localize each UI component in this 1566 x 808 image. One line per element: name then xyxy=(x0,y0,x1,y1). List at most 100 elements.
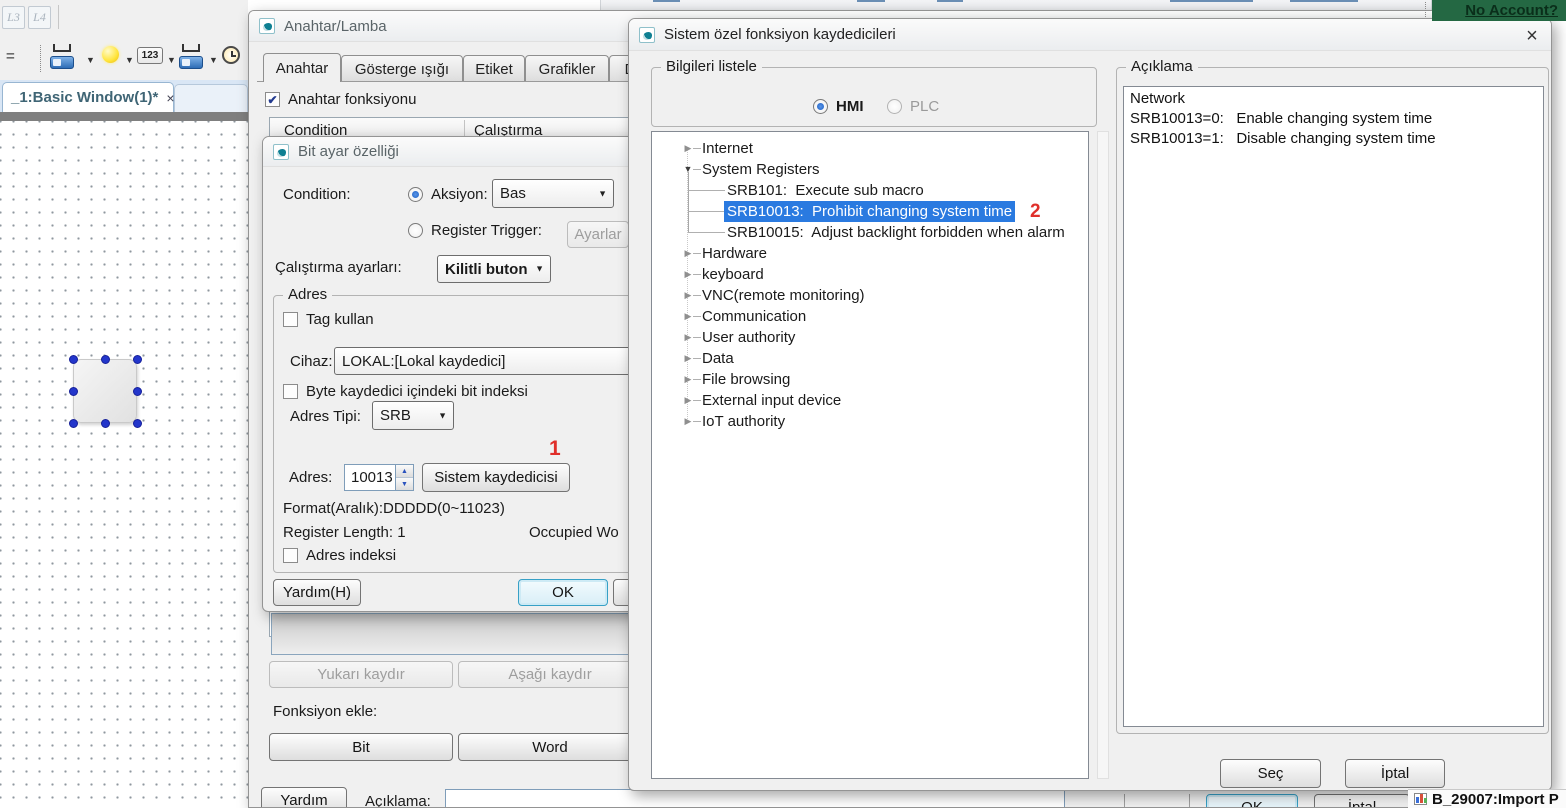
switch-widget-icon[interactable] xyxy=(50,44,80,70)
bit-setting-dialog: Bit ayar özelliği Condition: Aksiyon: Ba… xyxy=(262,136,658,612)
plc-radio[interactable]: PLC xyxy=(887,98,939,115)
chevron-right-icon[interactable]: ▶ xyxy=(681,138,695,159)
window-button-l3[interactable]: L3 xyxy=(2,6,25,29)
help-button[interactable]: Yardım(H) xyxy=(273,579,361,606)
address-index-checkbox[interactable]: Adres indeksi xyxy=(283,547,396,564)
add-bit-button[interactable]: Bit xyxy=(269,733,453,761)
selection-handle-sw[interactable] xyxy=(69,419,78,428)
register-trigger-radio[interactable]: Register Trigger: xyxy=(408,222,542,239)
window-top-accent xyxy=(857,0,885,2)
chevron-right-icon[interactable]: ▶ xyxy=(681,243,695,264)
ok-button[interactable]: OK xyxy=(1206,794,1298,808)
tab-gosterge-isigi[interactable]: Gösterge ışığı xyxy=(341,55,463,82)
design-canvas[interactable] xyxy=(0,121,248,808)
tree-item-label: User authority xyxy=(702,327,795,348)
tree-item-file-browsing[interactable]: ▶ File browsing xyxy=(652,369,1088,390)
run-settings-select[interactable]: Kilitli buton ▼ xyxy=(437,255,551,283)
checkbox-checked-icon: ✔ xyxy=(265,92,280,107)
system-dialog-titlebar[interactable]: Sistem özel fonksiyon kaydedicileri xyxy=(629,19,1551,51)
tree-item-internet[interactable]: ▶ Internet xyxy=(652,138,1088,159)
numeric-display-icon[interactable]: 123 xyxy=(137,47,163,64)
tab-basic-window[interactable]: _1:Basic Window(1)* × xyxy=(2,82,174,112)
lamp-widget-icon[interactable] xyxy=(102,46,119,63)
hmi-radio[interactable]: HMI xyxy=(813,98,864,115)
scroll-down-button[interactable]: Aşağı kaydır xyxy=(458,661,642,688)
switch-dropdown-arrow-icon[interactable]: ▼ xyxy=(86,55,95,65)
tab-grafikler[interactable]: Grafikler xyxy=(525,55,609,82)
selection-handle-ne[interactable] xyxy=(133,355,142,364)
window-button-l4[interactable]: L4 xyxy=(28,6,51,29)
numeric-dropdown-arrow-icon[interactable]: ▼ xyxy=(167,55,176,65)
device-label: Cihaz: xyxy=(290,353,333,370)
tree-item-data[interactable]: ▶ Data xyxy=(652,348,1088,369)
chevron-right-icon[interactable]: ▶ xyxy=(681,285,695,306)
close-icon[interactable]: × xyxy=(1519,23,1545,49)
tree-item-srb10015[interactable]: SRB10015: Adjust backlight forbidden whe… xyxy=(652,222,1088,243)
chevron-right-icon[interactable]: ▶ xyxy=(681,411,695,432)
chevron-right-icon[interactable]: ▶ xyxy=(681,348,695,369)
selection-handle-w[interactable] xyxy=(69,387,78,396)
toolbar-drag-handle-icon[interactable]: = xyxy=(6,48,15,65)
scroll-up-button[interactable]: Yukarı kaydır xyxy=(269,661,453,688)
no-account-link[interactable]: No Account? xyxy=(1465,2,1558,19)
tree-item-iot-authority[interactable]: ▶ IoT authority xyxy=(652,411,1088,432)
chevron-down-icon[interactable]: ▼ xyxy=(681,159,695,180)
clock-widget-icon[interactable] xyxy=(222,46,240,64)
register-tree[interactable]: ▶ Internet ▼ System Registers SRB101: Ex… xyxy=(651,131,1089,779)
tree-item-keyboard[interactable]: ▶ keyboard xyxy=(652,264,1088,285)
tree-item-vnc[interactable]: ▶ VNC(remote monitoring) xyxy=(652,285,1088,306)
tab-anahtar[interactable]: Anahtar xyxy=(263,53,341,82)
chevron-right-icon[interactable]: ▶ xyxy=(681,369,695,390)
toggle-widget-icon[interactable] xyxy=(179,44,209,70)
tree-item-hardware[interactable]: ▶ Hardware xyxy=(652,243,1088,264)
dialog-icon xyxy=(259,18,275,34)
spinner-down-icon[interactable]: ▼ xyxy=(396,477,413,490)
cancel-button[interactable]: İptal xyxy=(1345,759,1445,788)
description-input[interactable] xyxy=(445,789,1065,808)
chevron-right-icon[interactable]: ▶ xyxy=(681,327,695,348)
use-tag-checkbox[interactable]: Tag kullan xyxy=(283,311,374,328)
cancel-button[interactable]: İptal xyxy=(1314,794,1410,808)
tree-item-communication[interactable]: ▶ Communication xyxy=(652,306,1088,327)
byte-bit-index-checkbox[interactable]: Byte kaydedici içindeki bit indeksi xyxy=(283,383,528,400)
address-input[interactable]: 10013 xyxy=(344,464,396,491)
help-button[interactable]: Yardım xyxy=(261,787,347,808)
tree-item-srb101[interactable]: SRB101: Execute sub macro xyxy=(652,180,1088,201)
action-select[interactable]: Bas ▼ xyxy=(492,179,614,208)
tree-scrollbar[interactable] xyxy=(1097,131,1109,779)
selection-handle-nw[interactable] xyxy=(69,355,78,364)
tree-item-system-registers[interactable]: ▼ System Registers xyxy=(652,159,1088,180)
spinner-up-icon[interactable]: ▲ xyxy=(396,465,413,477)
system-register-button[interactable]: Sistem kaydedicisi xyxy=(422,463,570,492)
address-type-select[interactable]: SRB ▼ xyxy=(372,401,454,430)
chevron-right-icon[interactable]: ▶ xyxy=(681,390,695,411)
select-button[interactable]: Seç xyxy=(1220,759,1321,788)
selection-handle-s[interactable] xyxy=(101,419,110,428)
tree-item-srb10013-selected[interactable]: SRB10013: Prohibit changing system time … xyxy=(652,201,1088,222)
trigger-settings-button[interactable]: Ayarlar xyxy=(567,221,629,248)
toggle-dropdown-arrow-icon[interactable]: ▼ xyxy=(209,55,218,65)
tab-etiket[interactable]: Etiket xyxy=(463,55,525,82)
switch-contact-glyph xyxy=(53,44,71,52)
add-word-button[interactable]: Word xyxy=(458,733,642,761)
selected-switch-widget[interactable] xyxy=(73,359,137,423)
tab-close-icon[interactable]: × xyxy=(166,90,174,106)
address-spinner[interactable]: ▲ ▼ xyxy=(396,464,414,491)
tree-item-external-input[interactable]: ▶ External input device xyxy=(652,390,1088,411)
account-bar: No Account? xyxy=(1432,0,1566,21)
tree-item-user-authority[interactable]: ▶ User authority xyxy=(652,327,1088,348)
action-radio[interactable]: Aksiyon: xyxy=(408,186,488,203)
ok-button[interactable]: OK xyxy=(518,579,608,606)
background-tab[interactable] xyxy=(174,84,248,112)
bit-dialog-titlebar[interactable]: Bit ayar özelliği xyxy=(263,137,657,167)
selection-handle-e[interactable] xyxy=(133,387,142,396)
device-select[interactable]: LOKAL:[Lokal kaydedici] xyxy=(334,347,658,375)
address-label: Adres: xyxy=(289,469,332,486)
description-text-area[interactable]: Network SRB10013=0: Enable changing syst… xyxy=(1123,86,1544,727)
selection-handle-n[interactable] xyxy=(101,355,110,364)
lamp-dropdown-arrow-icon[interactable]: ▼ xyxy=(125,55,134,65)
selection-handle-se[interactable] xyxy=(133,419,142,428)
switch-function-checkbox[interactable]: ✔ Anahtar fonksiyonu xyxy=(265,91,416,108)
chevron-right-icon[interactable]: ▶ xyxy=(681,306,695,327)
chevron-right-icon[interactable]: ▶ xyxy=(681,264,695,285)
